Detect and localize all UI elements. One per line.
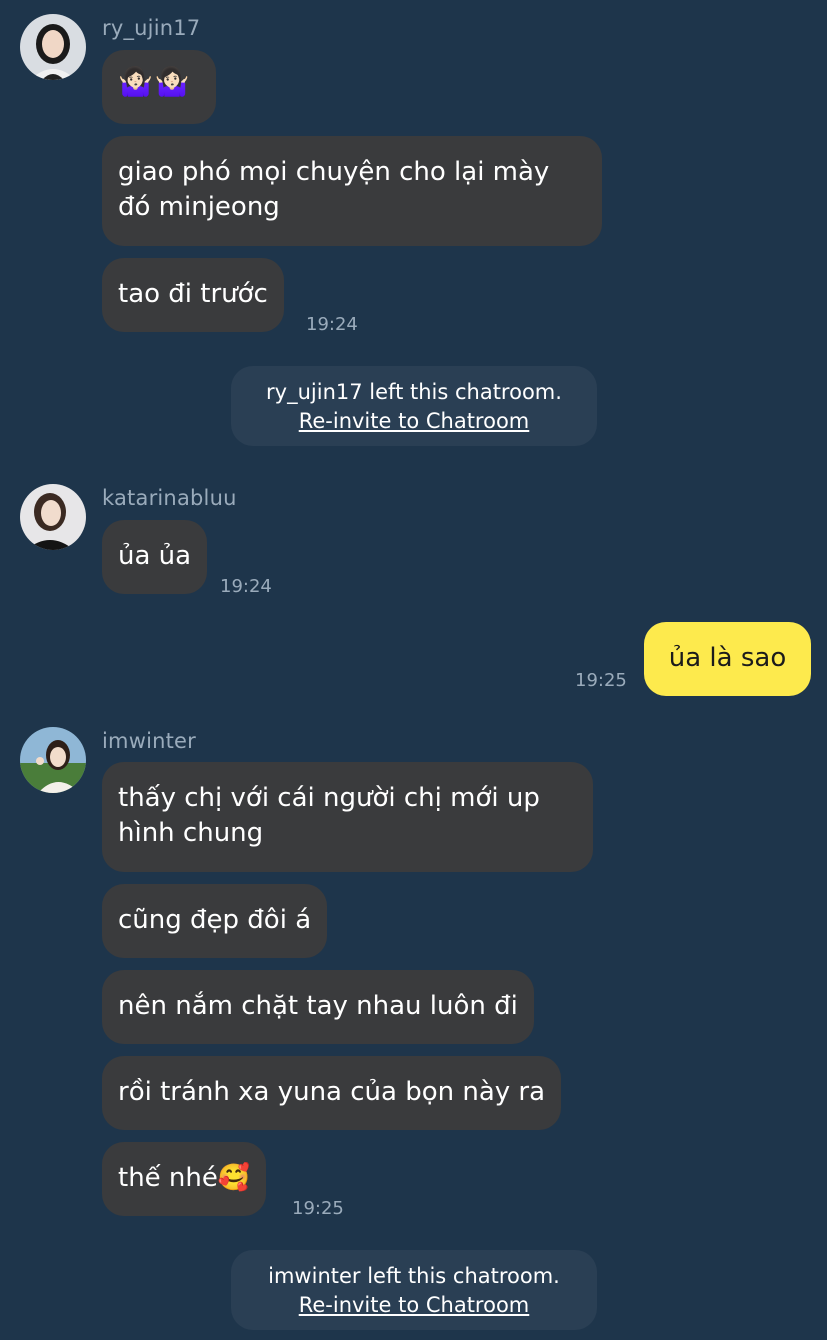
message-bubble[interactable]: tao đi trước — [102, 258, 284, 332]
message-time: 19:24 — [220, 576, 272, 597]
message-bubble[interactable]: thấy chị với cái người chị mới up hình c… — [102, 762, 593, 872]
notice-text: ry_ujin17 left this chatroom. — [266, 380, 562, 404]
message-bubble[interactable]: rồi tránh xa yuna của bọn này ra — [102, 1056, 562, 1130]
message-bubble[interactable]: thế nhé🥰 — [102, 1142, 267, 1216]
message-bubble[interactable]: cũng đẹp đôi á — [102, 884, 328, 958]
avatar-ry-ujin17[interactable] — [20, 14, 86, 80]
message-time: 19:25 — [292, 1198, 344, 1219]
sender-name: ry_ujin17 — [102, 16, 201, 40]
my-message-bubble[interactable]: ủa là sao — [644, 622, 811, 696]
message-bubble[interactable]: ủa ủa — [102, 520, 208, 594]
message-time: 19:25 — [575, 670, 627, 691]
reinvite-link[interactable]: Re-invite to Chatroom — [299, 1291, 530, 1320]
left-chatroom-notice: imwinter left this chatroom. Re-invite t… — [231, 1250, 597, 1330]
message-time: 19:24 — [306, 314, 358, 335]
message-bubble[interactable]: nên nắm chặt tay nhau luôn đi — [102, 970, 534, 1044]
avatar-katarinabluu[interactable] — [20, 484, 86, 550]
message-bubble[interactable]: giao phó mọi chuyện cho lại mày đó minje… — [102, 136, 602, 246]
sender-name: imwinter — [102, 729, 196, 753]
left-chatroom-notice: ry_ujin17 left this chatroom. Re-invite … — [231, 366, 597, 446]
avatar-imwinter[interactable] — [20, 727, 86, 793]
message-bubble[interactable]: 🤷🏻‍♀️🤷🏻‍♀️ — [102, 50, 216, 124]
sender-name: katarinabluu — [102, 486, 237, 510]
notice-text: imwinter left this chatroom. — [268, 1264, 560, 1288]
reinvite-link[interactable]: Re-invite to Chatroom — [299, 407, 530, 436]
